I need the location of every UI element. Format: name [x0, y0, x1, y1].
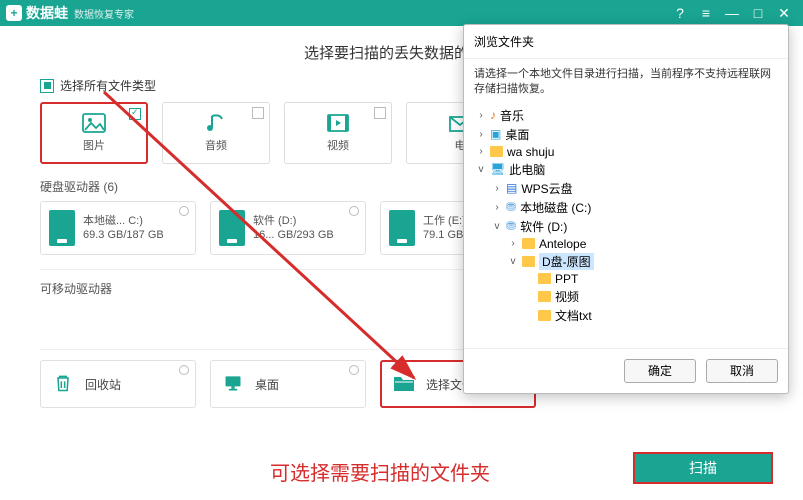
- radio-icon[interactable]: [179, 206, 189, 216]
- tree-item[interactable]: › ▣ 桌面: [474, 125, 778, 144]
- drive-name: 软件 (D:): [253, 214, 334, 228]
- checkbox-icon[interactable]: [374, 107, 386, 119]
- caret-icon[interactable]: [524, 310, 534, 321]
- disk-icon: ⛃: [506, 200, 516, 214]
- music-icon: ♪: [490, 108, 496, 122]
- radio-icon[interactable]: [179, 365, 189, 375]
- caret-icon[interactable]: [524, 273, 534, 284]
- caret-icon[interactable]: ›: [476, 146, 486, 157]
- tree-item[interactable]: › wa shuju: [474, 144, 778, 160]
- browse-folder-dialog: 浏览文件夹 请选择一个本地文件目录进行扫描，当前程序不支持远程联网存储扫描恢复。…: [463, 24, 789, 394]
- tree-label: 视频: [555, 288, 579, 305]
- checkbox-icon[interactable]: [252, 107, 264, 119]
- close-icon[interactable]: ✕: [771, 0, 797, 26]
- file-type-image[interactable]: 图片: [40, 102, 148, 164]
- disk-icon: ⛃: [506, 219, 516, 233]
- drive-icon: [389, 210, 415, 246]
- tree-label: wa shuju: [507, 145, 554, 159]
- tree-item[interactable]: PPT: [474, 271, 778, 287]
- caret-icon[interactable]: [524, 291, 534, 302]
- file-type-video[interactable]: 视频: [284, 102, 392, 164]
- pc-icon: 🖥: [490, 162, 505, 176]
- caret-icon[interactable]: v: [476, 164, 486, 175]
- tree-item[interactable]: › ⛃ 本地磁盘 (C:): [474, 198, 778, 217]
- dialog-hint: 请选择一个本地文件目录进行扫描，当前程序不支持远程联网存储扫描恢复。: [464, 59, 788, 102]
- tree-label: Antelope: [539, 237, 586, 251]
- location-label: 回收站: [85, 376, 121, 393]
- trash-icon: [51, 373, 75, 396]
- tree-item[interactable]: v D盘-原图: [474, 252, 778, 271]
- drive-name: 本地磁... C:): [83, 214, 164, 228]
- desktop-icon: [221, 373, 245, 396]
- caret-icon[interactable]: ›: [476, 110, 486, 121]
- app-tagline: 数据恢复专家: [74, 6, 134, 21]
- help-icon[interactable]: ?: [667, 0, 693, 26]
- annotation-text: 可选择需要扫描的文件夹: [270, 457, 490, 486]
- caret-icon[interactable]: v: [508, 256, 518, 267]
- wps-icon: ▤: [506, 181, 517, 195]
- tree-item[interactable]: v 🖥 此电脑: [474, 160, 778, 179]
- drive-icon: [49, 210, 75, 246]
- folder-icon: [392, 373, 416, 396]
- caret-icon[interactable]: ›: [492, 202, 502, 213]
- location-trash[interactable]: 回收站: [40, 360, 196, 408]
- folder-icon: [538, 291, 551, 302]
- file-type-audio[interactable]: 音频: [162, 102, 270, 164]
- scan-button[interactable]: 扫描: [633, 452, 773, 484]
- desktop-icon: ▣: [490, 127, 501, 141]
- app-name: 数据蛙: [26, 3, 68, 23]
- tree-label: 软件 (D:): [520, 218, 567, 235]
- dialog-title: 浏览文件夹: [464, 25, 788, 59]
- tree-item[interactable]: v ⛃ 软件 (D:): [474, 217, 778, 236]
- minimize-icon[interactable]: —: [719, 0, 745, 26]
- logo-icon: +: [6, 5, 22, 21]
- type-label: 音频: [205, 137, 227, 153]
- radio-icon[interactable]: [349, 365, 359, 375]
- location-label: 桌面: [255, 376, 279, 393]
- caret-icon[interactable]: ›: [508, 238, 518, 249]
- title-bar: + 数据蛙 数据恢复专家 ? ≡ — □ ✕: [0, 0, 803, 26]
- caret-icon[interactable]: v: [492, 221, 502, 232]
- tree-label: WPS云盘: [521, 180, 572, 197]
- folder-tree[interactable]: › ♪ 音乐 › ▣ 桌面 › wa shuju v 🖥 此电脑 › ▤ WPS云盘 › ⛃ 本地磁盘 (C:)…: [464, 102, 788, 348]
- location-desktop[interactable]: 桌面: [210, 360, 366, 408]
- drive-card[interactable]: 软件 (D:)16... GB/293 GB: [210, 201, 366, 255]
- folder-icon: [522, 238, 535, 249]
- tree-label: 桌面: [505, 126, 529, 143]
- tree-label: 音乐: [500, 107, 524, 124]
- menu-icon[interactable]: ≡: [693, 0, 719, 26]
- maximize-icon[interactable]: □: [745, 0, 771, 26]
- cancel-button[interactable]: 取消: [706, 359, 778, 383]
- type-label: 视频: [327, 137, 349, 153]
- tree-label: PPT: [555, 272, 578, 286]
- folder-icon: [490, 146, 503, 157]
- caret-icon[interactable]: ›: [492, 183, 502, 194]
- checkbox-icon[interactable]: [129, 108, 141, 120]
- folder-icon: [522, 256, 535, 267]
- app-logo: + 数据蛙: [6, 3, 68, 23]
- drive-size: 16... GB/293 GB: [253, 228, 334, 242]
- folder-icon: [538, 273, 551, 284]
- tree-label: 此电脑: [509, 161, 545, 178]
- tree-item[interactable]: 文档txt: [474, 306, 778, 325]
- drive-size: 69.3 GB/187 GB: [83, 228, 164, 242]
- tree-label: 本地磁盘 (C:): [520, 199, 591, 216]
- tree-label: 文档txt: [555, 307, 592, 324]
- select-all-label: 选择所有文件类型: [60, 77, 156, 94]
- drive-icon: [219, 210, 245, 246]
- ok-button[interactable]: 确定: [624, 359, 696, 383]
- type-label: 图片: [83, 137, 105, 153]
- tree-label: D盘-原图: [539, 253, 594, 270]
- tree-item[interactable]: › ♪ 音乐: [474, 106, 778, 125]
- radio-icon[interactable]: [349, 206, 359, 216]
- drive-card[interactable]: 本地磁... C:)69.3 GB/187 GB: [40, 201, 196, 255]
- tree-item[interactable]: 视频: [474, 287, 778, 306]
- dialog-buttons: 确定 取消: [464, 348, 788, 393]
- tree-item[interactable]: › ▤ WPS云盘: [474, 179, 778, 198]
- caret-icon[interactable]: ›: [476, 129, 486, 140]
- tree-item[interactable]: › Antelope: [474, 236, 778, 252]
- checkbox-icon[interactable]: [40, 79, 54, 93]
- folder-icon: [538, 310, 551, 321]
